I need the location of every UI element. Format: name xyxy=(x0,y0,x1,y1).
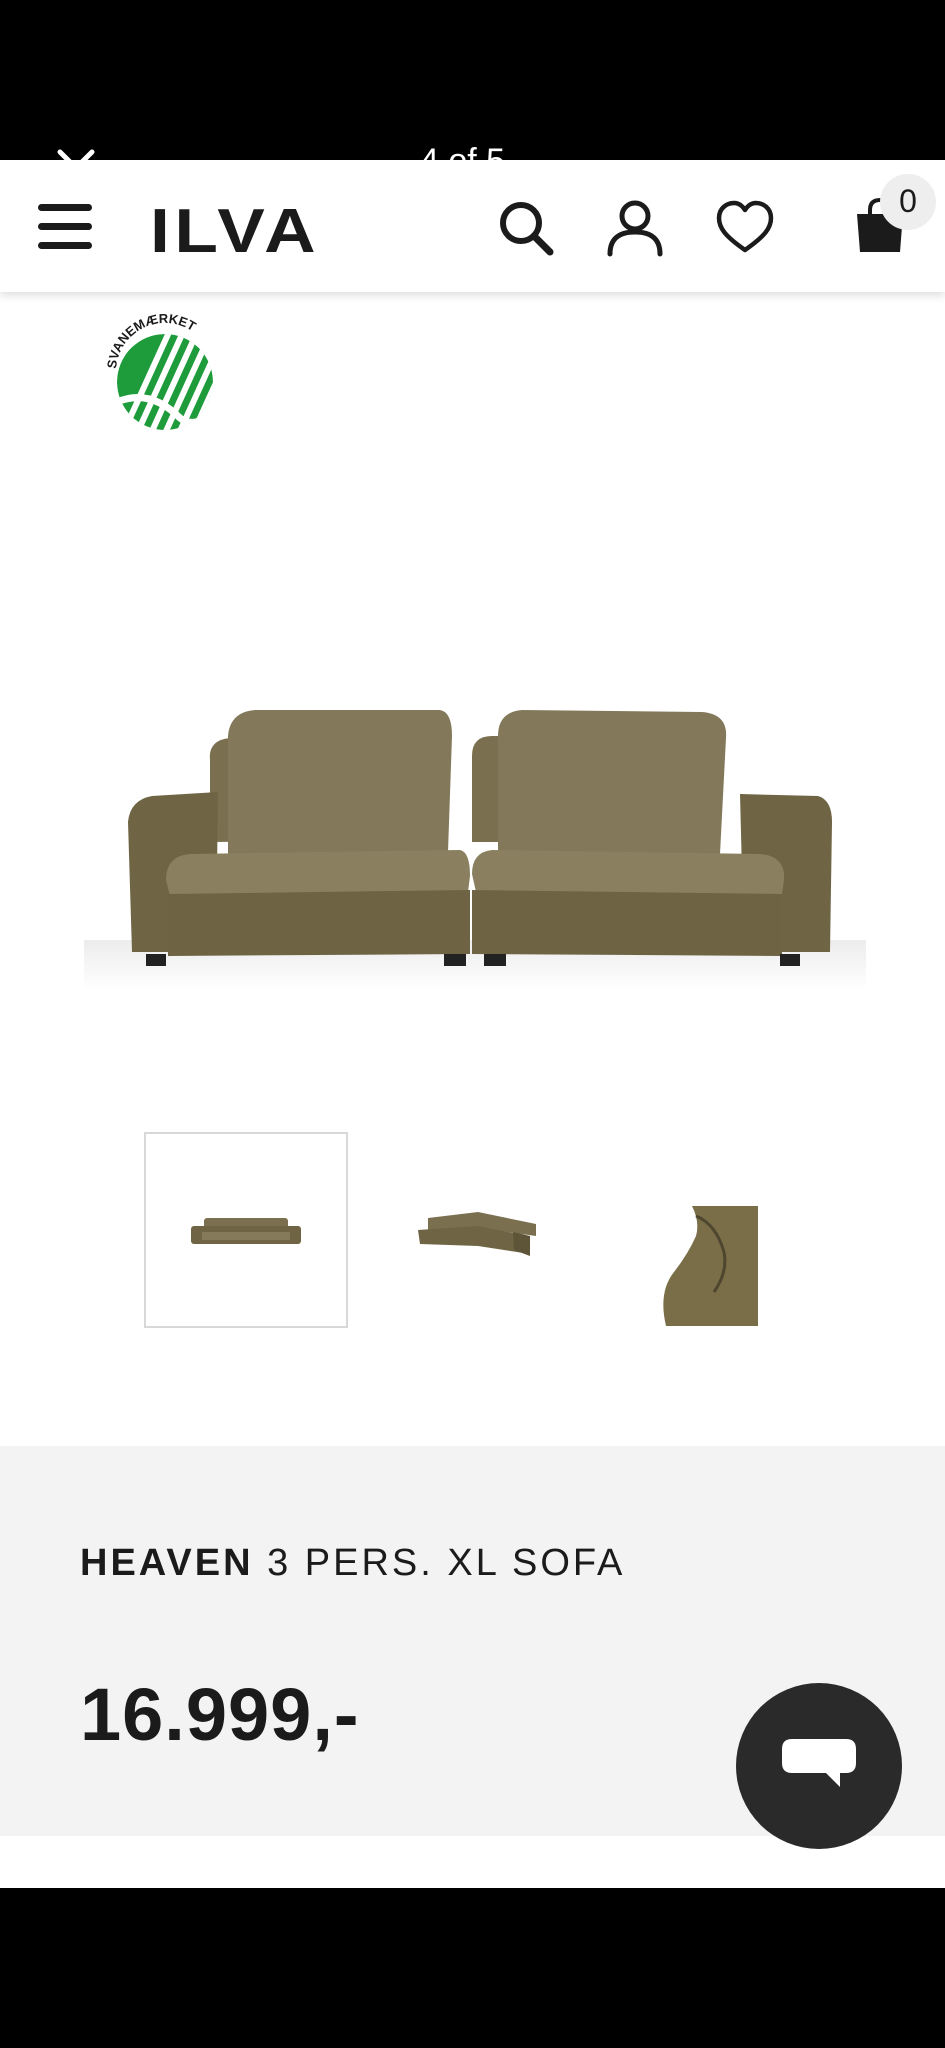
heart-icon[interactable] xyxy=(715,198,775,258)
site-header: ILVA 0 xyxy=(0,160,945,292)
product-brand: HEAVEN xyxy=(80,1542,254,1584)
sofa-front-thumbnail xyxy=(191,1218,301,1244)
product-image-sofa[interactable] xyxy=(80,560,870,1010)
product-name: 3 PERS. XL SOFA xyxy=(267,1542,626,1584)
product-title: HEAVEN 3 PERS. XL SOFA xyxy=(80,1542,625,1585)
search-icon[interactable] xyxy=(496,198,556,258)
thumbnail-front-view[interactable] xyxy=(144,1132,348,1328)
svanemaerket-logo: SVANEMÆRKET xyxy=(104,311,213,430)
user-icon[interactable] xyxy=(605,198,665,258)
ilva-logo[interactable]: ILVA xyxy=(150,196,320,267)
gallery-counter: 4 of 5 xyxy=(420,142,505,160)
close-icon[interactable] xyxy=(56,148,96,160)
fabric-detail-thumbnail xyxy=(636,1206,758,1326)
product-page: ILVA 0 SVANEMÆRKET HEAVEN 3 PERS. XL SOF… xyxy=(0,160,945,1888)
sofa-angle-thumbnail xyxy=(418,1212,536,1256)
chat-button[interactable] xyxy=(736,1683,902,1849)
thumbnail-angle-view[interactable] xyxy=(368,1132,572,1328)
product-price: 16.999,- xyxy=(80,1673,360,1756)
thumbnail-fabric-detail[interactable] xyxy=(596,1132,800,1328)
cart-count-badge: 0 xyxy=(880,174,936,230)
thumbnail-strip xyxy=(0,1132,945,1332)
gallery-overlay-bar: 4 of 5 xyxy=(0,0,945,160)
system-bottom-bar xyxy=(0,1888,945,2048)
menu-icon[interactable] xyxy=(38,204,94,252)
chat-bubble-icon xyxy=(782,1739,856,1787)
screen: 4 of 5 ILVA 0 xyxy=(0,0,945,2048)
